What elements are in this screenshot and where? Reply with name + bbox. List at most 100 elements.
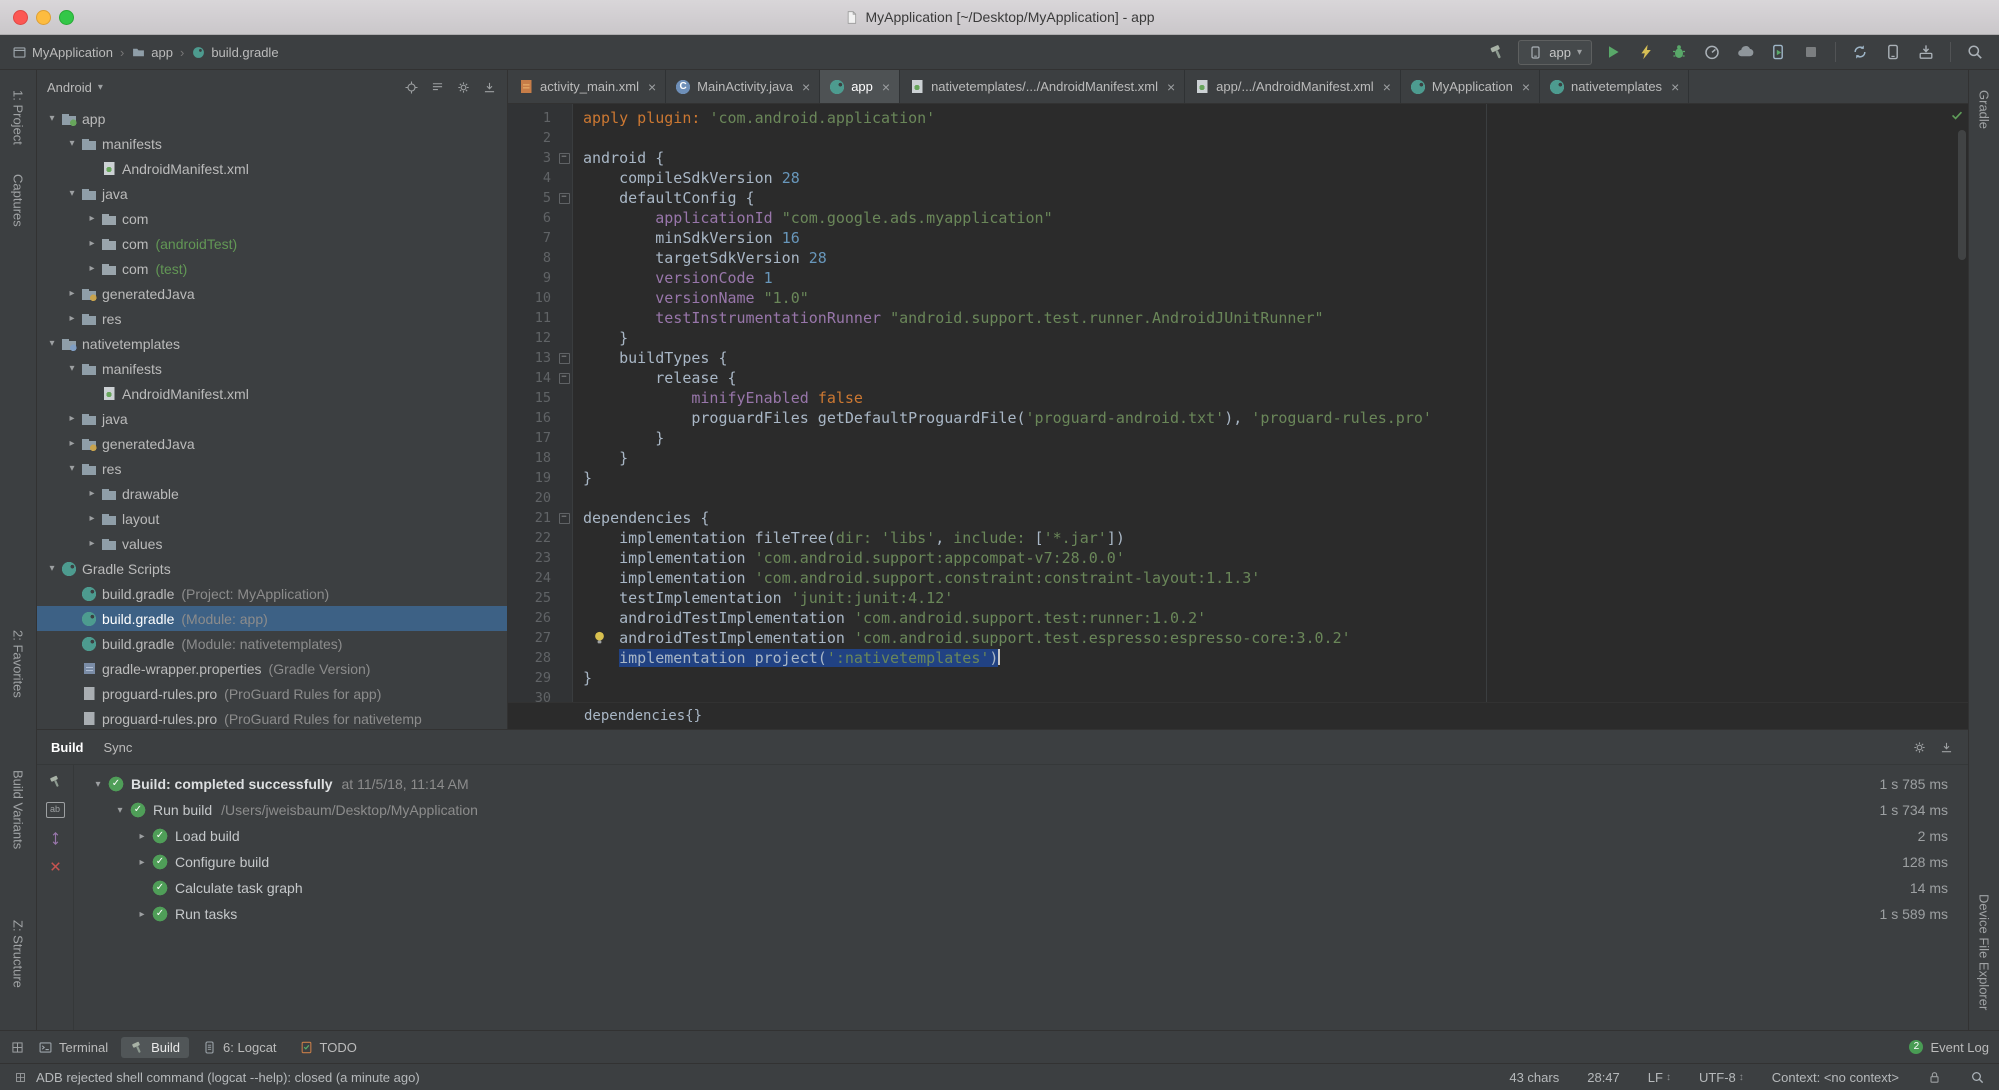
expand-arrow-icon[interactable]: ▾ <box>43 113 61 124</box>
expand-arrow-icon[interactable]: ▸ <box>132 857 152 868</box>
expand-all-icon[interactable] <box>48 831 63 846</box>
fold-column[interactable]: − <box>556 372 572 384</box>
expand-arrow-icon[interactable]: ▸ <box>83 513 101 524</box>
close-icon[interactable] <box>48 859 63 874</box>
close-window-button[interactable] <box>13 9 28 25</box>
code-line-24[interactable]: implementation 'com.android.support.cons… <box>583 568 1968 588</box>
tree-item-layout[interactable]: ▸ layout <box>37 506 507 531</box>
expand-arrow-icon[interactable]: ▸ <box>83 488 101 499</box>
code-line-28[interactable]: implementation project(':nativetemplates… <box>583 648 1968 668</box>
code-line-4[interactable]: compileSdkVersion 28 <box>583 168 1968 188</box>
code-line-15[interactable]: minifyEnabled false <box>583 388 1968 408</box>
fold-marker-icon[interactable]: − <box>558 372 570 384</box>
expand-arrow-icon[interactable]: ▸ <box>83 213 101 224</box>
breadcrumb-item-app[interactable]: app <box>131 45 173 60</box>
tree-item-com[interactable]: ▸ com <box>37 206 507 231</box>
filter-messages-icon[interactable]: ab <box>45 802 65 818</box>
code-line-8[interactable]: targetSdkVersion 28 <box>583 248 1968 268</box>
tool-tab-build[interactable]: Build <box>121 1036 190 1058</box>
tree-item-app[interactable]: ▾ app <box>37 106 507 131</box>
tree-item-manifests[interactable]: ▾ manifests <box>37 356 507 381</box>
expand-arrow-icon[interactable]: ▸ <box>63 288 81 299</box>
expand-arrow-icon[interactable]: ▾ <box>43 338 61 349</box>
tree-item-proguard-rules-pro-proguard-rules-for-app[interactable]: proguard-rules.pro (ProGuard Rules for ap… <box>37 681 507 706</box>
code-line-13[interactable]: buildTypes { <box>583 348 1968 368</box>
code-line-26[interactable]: androidTestImplementation 'com.android.s… <box>583 608 1968 628</box>
encoding-indicator[interactable]: UTF-8 ↕ <box>1699 1070 1744 1085</box>
expand-arrow-icon[interactable]: ▸ <box>63 313 81 324</box>
rerun-build-icon[interactable] <box>48 774 63 789</box>
expand-arrow-icon[interactable]: ▸ <box>132 831 152 842</box>
build-row-calculate-task-graph[interactable]: ✓ Calculate task graph 14 ms <box>74 875 1968 901</box>
close-tab-icon[interactable]: × <box>1383 80 1391 94</box>
tree-item-proguard-rules-pro-proguard-rules-for-nativetemp[interactable]: proguard-rules.pro (ProGuard Rules for na… <box>37 706 507 729</box>
tool-button-z-structure[interactable]: Z: Structure <box>11 920 26 988</box>
gear-icon[interactable] <box>1912 740 1927 755</box>
expand-arrow-icon[interactable]: ▾ <box>110 805 130 816</box>
tool-button-gradle[interactable]: Gradle <box>1977 90 1992 129</box>
profiler-button[interactable] <box>1700 40 1724 64</box>
tree-item-res[interactable]: ▸ res <box>37 306 507 331</box>
code-line-14[interactable]: release { <box>583 368 1968 388</box>
code-line-22[interactable]: implementation fileTree(dir: 'libs', inc… <box>583 528 1968 548</box>
project-view-selector[interactable]: Android <box>47 80 92 95</box>
zoom-window-button[interactable] <box>59 9 74 25</box>
debug-button[interactable] <box>1667 40 1691 64</box>
code-line-5[interactable]: defaultConfig { <box>583 188 1968 208</box>
expand-arrow-icon[interactable]: ▸ <box>63 413 81 424</box>
expand-arrow-icon[interactable]: ▾ <box>63 463 81 474</box>
hide-icon[interactable] <box>1939 740 1954 755</box>
tree-item-generatedjava[interactable]: ▸ generatedJava <box>37 431 507 456</box>
code-line-1[interactable]: apply plugin: 'com.android.application' <box>583 108 1968 128</box>
code-line-23[interactable]: implementation 'com.android.support:appc… <box>583 548 1968 568</box>
close-tab-icon[interactable]: × <box>802 80 810 94</box>
sdk-button[interactable] <box>1914 40 1938 64</box>
build-panel-tab-sync[interactable]: Sync <box>104 740 133 755</box>
expand-arrow-icon[interactable]: ▾ <box>63 188 81 199</box>
tree-item-generatedjava[interactable]: ▸ generatedJava <box>37 281 507 306</box>
tool-button-1-project[interactable]: 1: Project <box>11 90 26 145</box>
run-button[interactable] <box>1601 40 1625 64</box>
tool-tab-todo[interactable]: TODO <box>290 1037 366 1058</box>
code-line-3[interactable]: android { <box>583 148 1968 168</box>
editor-tab-app-androidmanifest-xml[interactable]: app/.../AndroidManifest.xml × <box>1185 70 1401 103</box>
breadcrumb-item-myapplication[interactable]: MyApplication <box>12 45 113 60</box>
tool-button-captures[interactable]: Captures <box>11 174 26 227</box>
expand-arrow-icon[interactable]: ▾ <box>88 779 108 790</box>
tool-button-device-file-explorer[interactable]: Device File Explorer <box>1977 894 1992 1010</box>
close-tab-icon[interactable]: × <box>882 80 890 94</box>
tree-item-com-androidtest[interactable]: ▸ com (androidTest) <box>37 231 507 256</box>
expand-arrow-icon[interactable]: ▸ <box>83 538 101 549</box>
collapse-icon[interactable] <box>430 80 445 95</box>
editor-gutter[interactable]: 1 2 3−4 5−6 7 8 9 10 11 12 13−14−15 16 17 18 19 20 21−22… <box>508 104 573 706</box>
fold-column[interactable]: − <box>556 192 572 204</box>
build-row-run-build[interactable]: ▾ ✓ Run build/Users/jweisbaum/Desktop/MyAp… <box>74 797 1968 823</box>
hide-icon[interactable] <box>482 80 497 95</box>
tree-item-values[interactable]: ▸ values <box>37 531 507 556</box>
lock-icon[interactable] <box>1927 1070 1942 1085</box>
code-line-6[interactable]: applicationId "com.google.ads.myapplicat… <box>583 208 1968 228</box>
expand-arrow-icon[interactable]: ▸ <box>132 909 152 920</box>
run-config-select[interactable]: app ▾ <box>1518 39 1592 65</box>
expand-arrow-icon[interactable]: ▾ <box>63 363 81 374</box>
build-row-run-tasks[interactable]: ▸ ✓ Run tasks 1 s 589 ms <box>74 901 1968 927</box>
code-line-17[interactable]: } <box>583 428 1968 448</box>
tree-item-build-gradle-module-app[interactable]: build.gradle (Module: app) <box>37 606 507 631</box>
tool-tab-6-logcat[interactable]: 6: Logcat <box>193 1037 286 1058</box>
editor-code[interactable]: apply plugin: 'com.android.application' … <box>573 104 1968 702</box>
editor[interactable]: 1 2 3−4 5−6 7 8 9 10 11 12 13−14−15 16 17 18 19 20 21−22… <box>508 104 1968 706</box>
expand-arrow-icon[interactable]: ▾ <box>43 563 61 574</box>
fold-column[interactable]: − <box>556 152 572 164</box>
build-row-build-completed-successfully[interactable]: ▾ ✓ Build: completed successfully at 11/5/1… <box>74 771 1968 797</box>
editor-tab-activity-main-xml[interactable]: activity_main.xml × <box>509 70 667 103</box>
caret-position[interactable]: 28:47 <box>1587 1070 1620 1085</box>
code-line-19[interactable]: } <box>583 468 1968 488</box>
avd-button[interactable] <box>1881 40 1905 64</box>
tree-item-manifests[interactable]: ▾ manifests <box>37 131 507 156</box>
expand-arrow-icon[interactable]: ▸ <box>83 238 101 249</box>
code-line-25[interactable]: testImplementation 'junit:junit:4.12' <box>583 588 1968 608</box>
status-grid-icon[interactable] <box>14 1071 27 1084</box>
tree-item-java[interactable]: ▸ java <box>37 406 507 431</box>
tree-item-build-gradle-project-myapplication[interactable]: build.gradle (Project: MyApplication) <box>37 581 507 606</box>
editor-tab-app[interactable]: app × <box>820 70 901 103</box>
